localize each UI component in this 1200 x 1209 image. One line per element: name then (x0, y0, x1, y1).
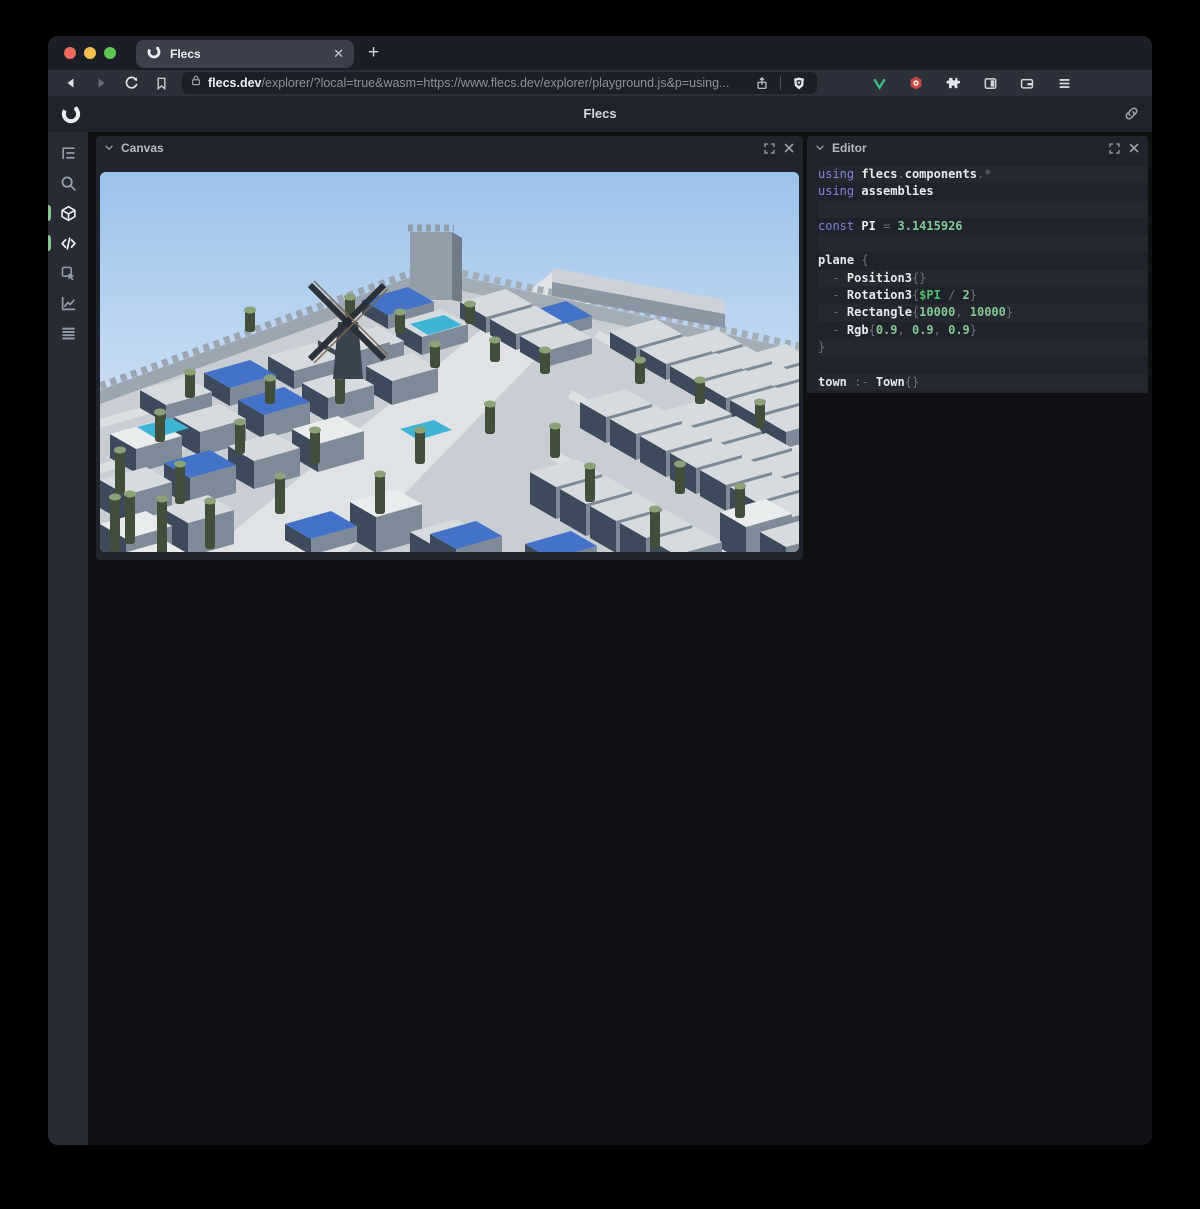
close-icon[interactable] (1128, 142, 1140, 154)
sidebar-item-stats[interactable] (48, 288, 88, 318)
canvas-panel-header: Canvas (96, 136, 803, 160)
screen: Flecs ✕ + (0, 0, 1200, 1209)
explorer-content: Canvas (48, 132, 1152, 1145)
share-icon[interactable] (752, 73, 772, 93)
sidebar-item-entity-tree[interactable] (48, 138, 88, 168)
navigation-bar: flecs.dev/explorer/?local=true&wasm=http… (48, 70, 1152, 96)
minimize-window-button[interactable] (84, 47, 96, 59)
traffic-lights (64, 47, 116, 59)
tab-title: Flecs (170, 47, 333, 61)
reload-icon[interactable] (120, 72, 142, 94)
editor-panel-title: Editor (832, 141, 867, 155)
close-icon[interactable] (783, 142, 795, 154)
collapse-chevron-icon[interactable] (104, 143, 114, 153)
zoom-window-button[interactable] (104, 47, 116, 59)
sidebar-item-tables[interactable] (48, 318, 88, 348)
tab-flecs[interactable]: Flecs ✕ (136, 40, 354, 68)
permalink-icon[interactable] (1123, 105, 1140, 127)
flecs-favicon (146, 44, 162, 65)
lock-icon (190, 74, 202, 92)
tool-rail (48, 132, 88, 1145)
browser-window: Flecs ✕ + (48, 36, 1152, 1145)
tab-bar: Flecs ✕ + (48, 36, 1152, 70)
url-domain: flecs.dev (208, 76, 262, 90)
sidebar-toggle-icon[interactable] (980, 73, 1000, 93)
castle-tower (408, 228, 462, 302)
sidebar-item-search[interactable] (48, 168, 88, 198)
active-indicator (48, 235, 51, 251)
forward-icon[interactable] (90, 72, 112, 94)
wallet-icon[interactable] (1017, 73, 1037, 93)
canvas-panel: Canvas (96, 136, 803, 560)
vue-devtools-icon[interactable] (869, 73, 889, 93)
url-path: /explorer/?local=true&wasm=https://www.f… (262, 76, 730, 90)
shield-icon[interactable] (789, 73, 809, 93)
editor-panel-header: Editor (807, 136, 1148, 160)
page-title: Flecs (48, 106, 1152, 121)
sidebar-item-editor[interactable] (48, 228, 88, 258)
editor-panel: Editor using flecs.components.*using ass… (807, 136, 1148, 393)
menu-icon[interactable] (1054, 73, 1074, 93)
canvas-3d-viewport[interactable] (100, 172, 799, 552)
puzzle-icon[interactable] (943, 73, 963, 93)
fullscreen-icon[interactable] (1108, 142, 1121, 155)
sidebar-item-entities[interactable] (48, 198, 88, 228)
app-header: Flecs (48, 96, 1152, 132)
url-text: flecs.dev/explorer/?local=true&wasm=http… (208, 76, 729, 90)
fullscreen-icon[interactable] (763, 142, 776, 155)
sidebar-item-inspector[interactable] (48, 258, 88, 288)
editor-code[interactable]: using flecs.components.*using assemblies… (807, 164, 1148, 393)
tab-close-icon[interactable]: ✕ (333, 46, 344, 62)
divider (780, 76, 781, 90)
url-bar[interactable]: flecs.dev/explorer/?local=true&wasm=http… (182, 72, 817, 94)
bookmark-icon[interactable] (150, 72, 172, 94)
active-indicator (48, 205, 51, 221)
hexagon-extension-icon[interactable] (906, 73, 926, 93)
close-window-button[interactable] (64, 47, 76, 59)
canvas-panel-title: Canvas (121, 141, 164, 155)
collapse-chevron-icon[interactable] (815, 143, 825, 153)
new-tab-button[interactable]: + (368, 42, 379, 64)
back-icon[interactable] (60, 72, 82, 94)
